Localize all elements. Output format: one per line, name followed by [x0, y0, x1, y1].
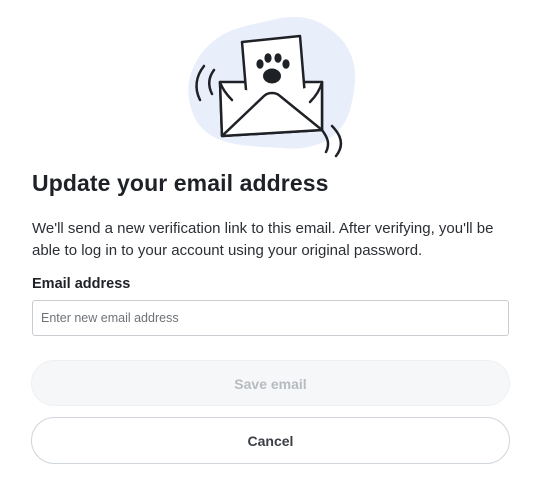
- email-field-label: Email address: [32, 276, 131, 292]
- cancel-button[interactable]: Cancel: [31, 417, 510, 464]
- save-email-button[interactable]: Save email: [31, 360, 510, 406]
- envelope-icon: [188, 16, 356, 158]
- email-field[interactable]: [32, 300, 509, 336]
- description-text: We'll send a new verification link to th…: [32, 220, 494, 259]
- envelope-paw-illustration: [182, 12, 362, 164]
- page-title: Update your email address: [32, 170, 329, 196]
